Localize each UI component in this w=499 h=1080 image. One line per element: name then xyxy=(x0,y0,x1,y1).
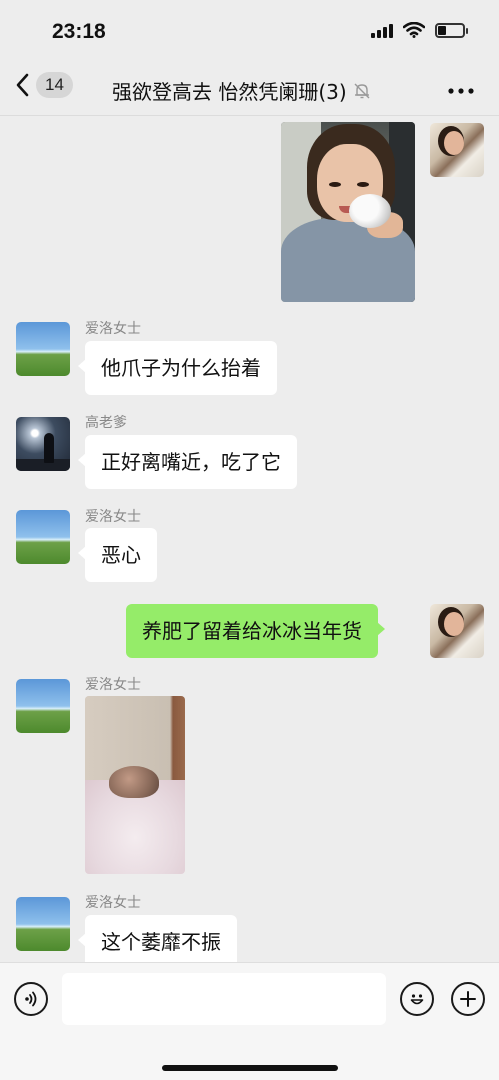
avatar-me[interactable] xyxy=(430,123,484,177)
back-button[interactable]: 14 xyxy=(14,72,73,98)
avatar-ailuo[interactable] xyxy=(16,322,70,376)
chat-title-group[interactable]: 强欲登高去 怡然凭阑珊(3) xyxy=(112,76,371,105)
emoji-icon xyxy=(410,994,424,1005)
more-icon[interactable] xyxy=(447,78,475,104)
chat-header: 14 强欲登高去 怡然凭阑珊(3) xyxy=(0,62,499,116)
avatar-ailuo[interactable] xyxy=(16,510,70,564)
battery-level xyxy=(438,25,447,35)
voice-button[interactable] xyxy=(14,982,48,1016)
message-bubble-self[interactable]: 养肥了留着给冰冰当年货 xyxy=(126,604,385,658)
chat-title: 强欲登高去 怡然凭阑珊(3) xyxy=(112,80,347,104)
emoji-button[interactable] xyxy=(400,982,434,1016)
message-input[interactable] xyxy=(62,973,386,1025)
wifi-icon xyxy=(403,22,425,38)
image-message[interactable] xyxy=(281,122,415,302)
voice-icon xyxy=(25,991,37,1007)
message-bubble[interactable]: 恶心 xyxy=(78,528,157,582)
message-bubble[interactable]: 正好离嘴近，吃了它 xyxy=(78,435,297,489)
home-indicator xyxy=(162,1065,338,1071)
message-list[interactable]: 爱洛女士 他爪子为什么抬着 高老爹 正好离嘴近，吃了它 爱洛女士 恶心 养肥了留… xyxy=(0,117,499,962)
battery-icon xyxy=(435,22,468,38)
message-bubble[interactable]: 他爪子为什么抬着 xyxy=(78,341,277,395)
sender-name: 高老爹 xyxy=(85,415,127,431)
avatar-gaolaodie[interactable] xyxy=(16,417,70,471)
sender-name: 爱洛女士 xyxy=(85,321,141,337)
sender-name: 爱洛女士 xyxy=(85,677,141,693)
avatar-ailuo[interactable] xyxy=(16,897,70,951)
status-time: 23:18 xyxy=(52,20,106,43)
sender-name: 爱洛女士 xyxy=(85,509,141,525)
message-bubble[interactable]: 这个萎靡不振 xyxy=(78,915,237,962)
status-icons xyxy=(371,22,468,38)
image-message[interactable] xyxy=(85,696,185,874)
back-chevron-icon xyxy=(16,73,29,97)
avatar-me[interactable] xyxy=(430,604,484,658)
cellular-signal-icon xyxy=(371,22,393,38)
more-functions-button[interactable] xyxy=(451,982,485,1016)
mute-bell-icon xyxy=(354,83,370,98)
input-bar xyxy=(0,962,499,1080)
sender-name: 爱洛女士 xyxy=(85,895,141,911)
unread-count-badge: 14 xyxy=(36,72,73,98)
status-bar: 23:18 xyxy=(0,0,499,62)
plus-icon xyxy=(460,991,476,1007)
avatar-ailuo[interactable] xyxy=(16,679,70,733)
